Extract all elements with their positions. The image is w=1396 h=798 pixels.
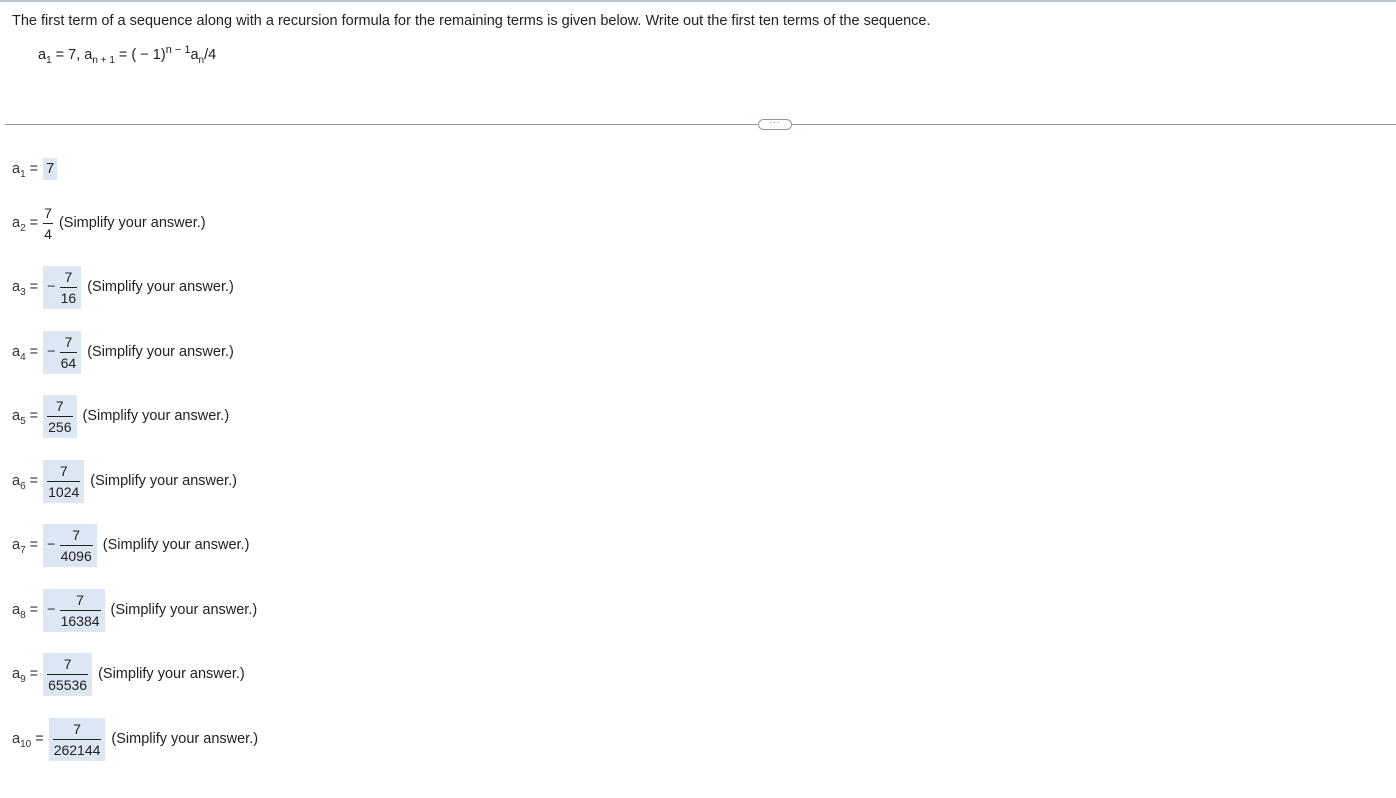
denominator: 1024	[48, 483, 80, 500]
answer-fraction: 7 4096	[59, 526, 93, 564]
term-label: a6 =	[12, 473, 39, 492]
term-label: a1 =	[12, 161, 39, 180]
top-rule	[0, 0, 1396, 2]
denominator: 16	[60, 289, 77, 306]
answer-value: 7	[46, 161, 55, 177]
simplify-hint: (Simplify your answer.)	[110, 602, 258, 618]
answer-row-a1: a1 = 7	[12, 145, 58, 193]
term-label: a8 =	[12, 602, 39, 621]
formula-an1-subscript: n + 1	[92, 55, 115, 66]
numerator: 7	[73, 720, 81, 737]
answer-box[interactable]: − 7 4096	[43, 523, 97, 567]
answer-row-a5: a5 = 7 256 (Simplify your answer.)	[12, 392, 229, 440]
answer-row-a10: a10 = 7 262144 (Simplify your answer.)	[12, 715, 258, 763]
simplify-hint: (Simplify your answer.)	[82, 408, 230, 424]
term-label: a5 =	[12, 408, 39, 427]
denominator: 65536	[48, 676, 88, 693]
denominator: 64	[60, 354, 77, 371]
recursion-formula: a1 = 7, an + 1 = ( − 1)n − 1an/4	[38, 44, 217, 66]
answer-fraction: 7 16	[59, 268, 78, 306]
answer-row-a9: a9 = 7 65536 (Simplify your answer.)	[12, 650, 245, 698]
numerator: 7	[59, 462, 68, 479]
answer-row-a4: a4 = − 7 64 (Simplify your answer.)	[12, 328, 234, 376]
formula-an-subscript: n	[198, 55, 205, 66]
negative-sign: −	[47, 537, 56, 553]
answer-box[interactable]: 7 256	[43, 394, 77, 438]
denominator: 4096	[60, 547, 92, 564]
numerator: 7	[72, 526, 81, 543]
answer-box[interactable]: 7	[43, 158, 58, 180]
formula-an: a	[190, 47, 199, 63]
term-label: a2 =	[12, 215, 39, 234]
answer-fraction: 7 1024	[47, 462, 81, 500]
denominator: 262144	[53, 741, 101, 758]
denominator: 4	[44, 225, 52, 242]
answer-fraction: 7 65536	[47, 655, 89, 693]
numerator: 7	[44, 204, 52, 221]
simplify-hint: (Simplify your answer.)	[98, 666, 245, 682]
formula-a1: a	[38, 47, 47, 63]
term-label: a9 =	[12, 666, 39, 685]
answer-box[interactable]: − 7 16	[43, 265, 82, 309]
formula-equals: = ( − 1)	[114, 47, 166, 63]
answer-fraction: 7 256	[47, 397, 73, 435]
denominator: 16384	[60, 612, 100, 629]
formula-a1-subscript: 1	[46, 55, 52, 66]
term-label: a10 =	[12, 731, 44, 750]
term-label: a4 =	[12, 344, 39, 363]
answer-row-a8: a8 = − 7 16384 (Simplify your answer.)	[12, 586, 257, 634]
answer-box[interactable]: − 7 16384	[43, 588, 105, 632]
answer-row-a3: a3 = − 7 16 (Simplify your answer.)	[12, 263, 234, 311]
formula-tail: /4	[204, 47, 217, 63]
simplify-hint: (Simplify your answer.)	[102, 537, 250, 553]
numerator: 7	[55, 397, 64, 414]
answer-row-a7: a7 = − 7 4096 (Simplify your answer.)	[12, 521, 249, 569]
numerator: 7	[64, 268, 73, 285]
answer-box[interactable]: − 7 64	[43, 330, 82, 374]
negative-sign: −	[47, 344, 56, 360]
negative-sign: −	[47, 279, 56, 295]
section-divider	[5, 124, 1396, 125]
formula-a1-value: = 7,	[51, 47, 85, 63]
question-text: The first term of a sequence along with …	[12, 13, 931, 29]
simplify-hint: (Simplify your answer.)	[58, 215, 206, 231]
denominator: 256	[48, 418, 72, 435]
answer-fraction: 7 64	[59, 333, 78, 371]
numerator: 7	[63, 655, 72, 672]
numerator: 7	[76, 591, 84, 608]
answer-box[interactable]: 7 65536	[43, 652, 93, 696]
term-label: a3 =	[12, 279, 39, 298]
answer-row-a6: a6 = 7 1024 (Simplify your answer.)	[12, 457, 237, 505]
simplify-hint: (Simplify your answer.)	[87, 279, 234, 295]
answer-fraction[interactable]: 74	[43, 205, 53, 242]
answer-box[interactable]: 7 1024	[43, 459, 85, 503]
formula-exponent: n − 1	[165, 44, 191, 56]
answer-fraction: 7 16384	[59, 591, 101, 629]
term-label: a7 =	[12, 537, 39, 556]
simplify-hint: (Simplify your answer.)	[87, 344, 234, 360]
answer-box[interactable]: 7 262144	[48, 717, 106, 761]
numerator: 7	[64, 333, 73, 350]
answer-row-a2: a2 = 74 (Simplify your answer.)	[12, 199, 206, 247]
simplify-hint: (Simplify your answer.)	[111, 731, 259, 747]
negative-sign: −	[47, 602, 56, 618]
answer-fraction: 7 262144	[52, 720, 102, 758]
simplify-hint: (Simplify your answer.)	[90, 473, 237, 489]
more-options-button[interactable]: ···	[758, 119, 792, 130]
